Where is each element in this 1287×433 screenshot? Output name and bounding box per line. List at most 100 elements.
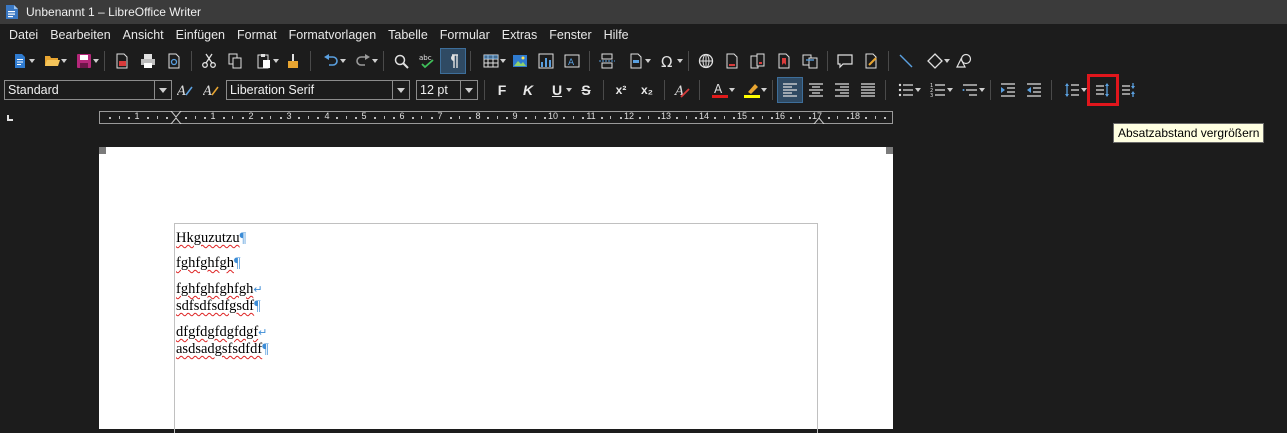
left-indent-marker-icon[interactable] — [170, 111, 182, 124]
menu-formatvorlagen[interactable]: Formatvorlagen — [283, 28, 383, 42]
footnote-button[interactable] — [719, 48, 745, 74]
ruler-scale[interactable]: 1 1 2 3 4 5 6 7 8 9 10 11 12 13 14 15 16… — [99, 111, 893, 124]
hyperlink-button[interactable] — [693, 48, 719, 74]
track-changes-button[interactable] — [858, 48, 884, 74]
superscript-button[interactable]: x² — [608, 77, 634, 103]
justify-button[interactable] — [855, 77, 881, 103]
menu-hilfe[interactable]: Hilfe — [598, 28, 635, 42]
find-replace-button[interactable] — [388, 48, 414, 74]
document-page[interactable]: Hkguzutzu¶ fghfghfgh¶ fghfghfghfgh↵ sdfs… — [99, 147, 893, 433]
special-character-button[interactable]: Ω — [652, 48, 684, 74]
menu-datei[interactable]: Datei — [3, 28, 44, 42]
basic-shapes-button[interactable] — [919, 48, 951, 74]
save-icon — [77, 54, 91, 68]
ruler-number: 6 — [399, 111, 405, 121]
ruler-number: 12 — [623, 111, 635, 121]
unordered-list-button[interactable] — [890, 77, 922, 103]
formatting-marks-button[interactable] — [440, 48, 466, 74]
highlight-color-button[interactable] — [736, 77, 768, 103]
chevron-down-icon[interactable] — [392, 81, 409, 99]
menu-tabelle[interactable]: Tabelle — [382, 28, 434, 42]
align-left-button[interactable] — [777, 77, 803, 103]
ruler-number: 11 — [586, 111, 596, 121]
insert-field-button[interactable] — [620, 48, 652, 74]
open-button[interactable] — [36, 48, 68, 74]
numbered-list-icon: 123 — [930, 83, 945, 98]
increase-indent-button[interactable] — [995, 77, 1021, 103]
update-style-icon: A — [177, 84, 193, 98]
underline-button[interactable]: U — [541, 77, 573, 103]
draw-functions-button[interactable] — [951, 48, 977, 74]
menu-fenster[interactable]: Fenster — [543, 28, 597, 42]
clear-formatting-button[interactable]: A — [669, 77, 695, 103]
update-style-button[interactable]: A — [172, 77, 198, 103]
decrease-indent-button[interactable] — [1021, 77, 1047, 103]
insert-line-button[interactable] — [893, 48, 919, 74]
italic-button[interactable]: K — [515, 77, 541, 103]
ruler-dot — [733, 117, 736, 119]
paragraph-style-combo[interactable]: Standard — [4, 80, 172, 100]
paragraph-1[interactable]: Hkguzutzu¶ — [176, 230, 246, 246]
font-color-button[interactable]: A — [704, 77, 736, 103]
undo-button[interactable] — [315, 48, 347, 74]
endnote-button[interactable] — [745, 48, 771, 74]
font-name-combo[interactable]: Liberation Serif — [226, 80, 410, 100]
outline-list-icon — [962, 84, 977, 96]
page-break-button[interactable] — [594, 48, 620, 74]
clone-formatting-button[interactable] — [280, 48, 306, 74]
right-indent-marker-icon[interactable] — [813, 111, 825, 124]
insert-chart-button[interactable] — [533, 48, 559, 74]
ruler-tick — [496, 116, 498, 119]
menu-extras[interactable]: Extras — [496, 28, 543, 42]
bookmark-button[interactable] — [771, 48, 797, 74]
menu-einfuegen[interactable]: Einfügen — [170, 28, 231, 42]
pilcrow-mark: ¶ — [254, 298, 261, 314]
spelling-button[interactable]: abc — [414, 48, 440, 74]
cross-reference-button[interactable] — [797, 48, 823, 74]
ruler-dot — [808, 117, 811, 119]
increase-paragraph-spacing-button[interactable] — [1087, 74, 1119, 106]
tab-stop-icon[interactable] — [7, 115, 13, 121]
insert-textbox-button[interactable]: A — [559, 48, 585, 74]
insert-table-button[interactable] — [475, 48, 507, 74]
print-button[interactable] — [135, 48, 161, 74]
menu-ansicht[interactable]: Ansicht — [117, 28, 170, 42]
export-pdf-button[interactable] — [109, 48, 135, 74]
horizontal-ruler[interactable]: 1 1 2 3 4 5 6 7 8 9 10 11 12 13 14 15 16… — [0, 107, 1287, 127]
outline-list-button[interactable] — [954, 77, 986, 103]
paragraph-3[interactable]: fghfghfghfgh↵ sdfsdfsdfgsdf¶ — [176, 281, 263, 314]
new-style-button[interactable]: A — [198, 77, 224, 103]
print-preview-button[interactable] — [161, 48, 187, 74]
cut-button[interactable] — [196, 48, 222, 74]
ruler-dot — [355, 117, 358, 119]
ruler-number: 8 — [475, 111, 481, 121]
line-spacing-button[interactable] — [1056, 77, 1088, 103]
strikethrough-button[interactable]: S — [573, 77, 599, 103]
decrease-paragraph-spacing-button[interactable] — [1116, 77, 1142, 103]
subscript-label: x₂ — [640, 83, 653, 97]
save-button[interactable] — [68, 48, 100, 74]
align-right-button[interactable] — [829, 77, 855, 103]
ruler-dot — [411, 117, 414, 119]
menu-formular[interactable]: Formular — [434, 28, 496, 42]
paragraph-4[interactable]: dfgfdgfdgfdgf↵ asdsadgsfsdfdf¶ — [176, 324, 269, 357]
chevron-down-icon[interactable] — [460, 81, 477, 99]
page-corner-marker — [99, 147, 106, 154]
insert-comment-button[interactable] — [832, 48, 858, 74]
new-document-button[interactable] — [4, 48, 36, 74]
bold-button[interactable]: F — [489, 77, 515, 103]
menu-bearbeiten[interactable]: Bearbeiten — [44, 28, 116, 42]
align-center-button[interactable] — [803, 77, 829, 103]
insert-image-button[interactable] — [507, 48, 533, 74]
subscript-button[interactable]: x₂ — [634, 77, 660, 103]
paragraph-2[interactable]: fghfghfgh¶ — [176, 255, 241, 271]
font-size-combo[interactable]: 12 pt — [416, 80, 478, 100]
redo-button[interactable] — [347, 48, 379, 74]
ordered-list-button[interactable]: 123 — [922, 77, 954, 103]
ruler-tick — [232, 116, 234, 119]
ruler-tick — [648, 116, 650, 119]
copy-button[interactable] — [222, 48, 248, 74]
menu-format[interactable]: Format — [231, 28, 283, 42]
paste-button[interactable] — [248, 48, 280, 74]
chevron-down-icon[interactable] — [154, 81, 171, 99]
